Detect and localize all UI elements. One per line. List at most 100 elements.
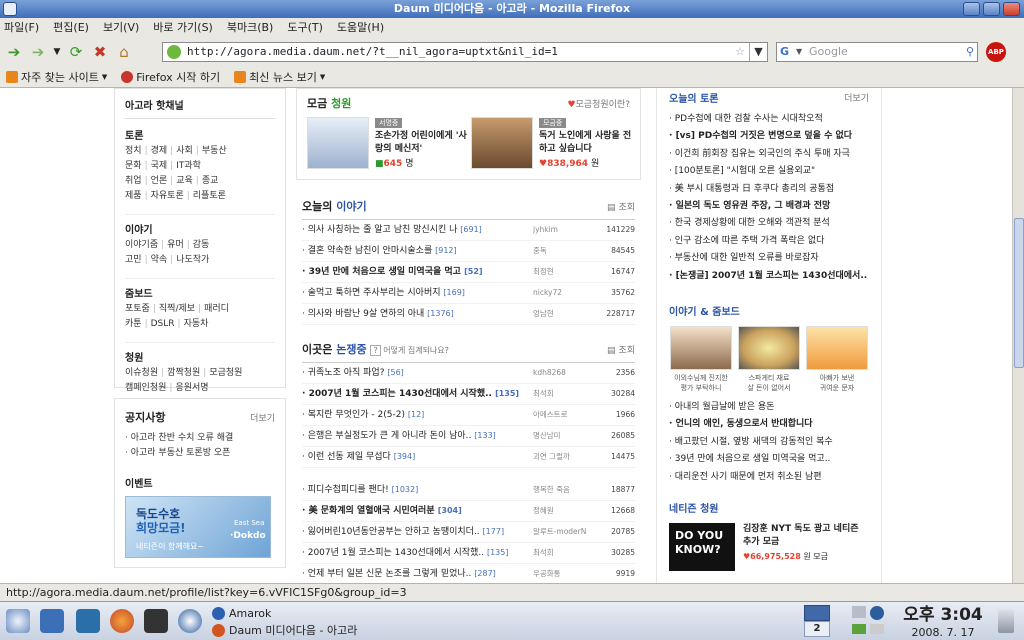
bookmark-most-visited[interactable]: 자주 찾는 사이트 ▼ [6, 69, 107, 85]
kde-menu-icon[interactable] [6, 609, 30, 633]
item-author[interactable]: 아메스트로 [533, 405, 602, 425]
list-item[interactable]: · [vs] PD수첩의 거짓은 변명으로 덮을 수 없다 [669, 128, 869, 145]
channel-link[interactable]: 나도작가 [176, 255, 209, 265]
channel-link[interactable]: 약속 [151, 255, 168, 265]
network-tray-icon[interactable] [870, 606, 884, 620]
channel-link[interactable]: 직찍/제보 [159, 304, 195, 314]
netizen-petition-item[interactable]: DO YOU KNOW? 김장훈 NYT 독도 광고 네티즌 추가 모금 ♥66… [669, 523, 869, 572]
menu-bookmarks[interactable]: 북마크(B) [227, 18, 274, 38]
channel-link[interactable]: IT과학 [176, 161, 201, 171]
minimize-button[interactable] [963, 2, 980, 16]
item-title-wrap[interactable]: · 의사와 바람난 9살 연하의 아내 [1376] [302, 304, 533, 324]
item-title-wrap[interactable]: · 의사 사칭하는 줄 알고 남친 망신시킨 나 [691] [302, 220, 533, 240]
channel-link[interactable]: 경제 [151, 146, 168, 156]
debates-help-link[interactable]: ? 어떻게 집계되나요? [370, 345, 449, 356]
channel-section-title[interactable]: 줌보드 [125, 285, 275, 300]
item-title-wrap[interactable]: · 美 문화계의 열혈애국 시민여러분 [304] [302, 501, 533, 521]
item-title-wrap[interactable]: · 39년 만에 처음으로 생일 미역국을 먹고 [52] [302, 262, 533, 282]
story-thumb[interactable]: 아빠가 보낸 귀여운 문자 [805, 326, 869, 393]
engine-dropdown-icon[interactable]: ▼ [796, 43, 802, 61]
item-title-wrap[interactable]: · 은행은 부실정도가 큰 게 아니라 돈이 남아.. [133] [302, 426, 533, 446]
list-item[interactable]: · 2007년 1월 코스피는 1430선대에서 시작했.. [135] 최석희 3… [302, 543, 635, 564]
back-button[interactable]: ➔ [4, 42, 24, 62]
list-item[interactable]: · 39년 만에 처음으로 생일 미역국을 먹고.. [669, 451, 869, 468]
forward-button[interactable]: ➔ [28, 42, 48, 62]
item-author[interactable]: 최석희 [533, 543, 602, 563]
notice-item[interactable]: · 아고라 찬반 수치 오류 해결 [125, 431, 275, 446]
channel-link[interactable]: DSLR [151, 319, 175, 329]
item-title-wrap[interactable]: · 잃어버린10년동안공부는 안하고 농땡이치더.. [177] [302, 522, 533, 542]
item-author[interactable]: nicky72 [533, 283, 602, 303]
channel-link[interactable]: 국제 [151, 161, 168, 171]
menu-history[interactable]: 바로 가기(S) [153, 18, 213, 38]
list-item[interactable]: · 귀족노조 아직 파업? [56] kdh8268 2356 [302, 363, 635, 384]
close-button[interactable] [1003, 2, 1020, 16]
home-button[interactable]: ⌂ [114, 42, 134, 62]
dokdo-event-banner[interactable]: 독도수호 희망모금! 네티즌이 함께해요~ East Sea ·Dokdo [125, 496, 271, 558]
url-bar[interactable]: http://agora.media.daum.net/?t__nil_agor… [162, 42, 768, 62]
list-item[interactable]: · [논쟁글] 2007년 1월 코스피는 1430선대에서.. [669, 268, 869, 285]
list-item[interactable]: · 의사 사칭하는 줄 알고 남친 망신시킨 나 [691] jyhkim 1412… [302, 220, 635, 241]
stop-button[interactable]: ✖ [90, 42, 110, 62]
vertical-scrollbar[interactable] [1012, 88, 1024, 583]
list-item[interactable]: · 잃어버린10년동안공부는 안하고 농땡이치더.. [177] 알루트-mode… [302, 522, 635, 543]
search-icon[interactable]: ⚲ [966, 43, 974, 61]
views-sort-link[interactable]: ▤ 조회 [607, 200, 635, 213]
channel-link[interactable]: 교육 [176, 176, 193, 186]
fundraising-help-link[interactable]: ♥모금청원이란? [567, 97, 630, 110]
item-author[interactable]: 괴연 그럴까 [533, 447, 602, 467]
bookmark-latest-news[interactable]: 최신 뉴스 보기 ▼ [234, 69, 325, 85]
menu-edit[interactable]: 편집(E) [53, 18, 89, 38]
item-title-wrap[interactable]: · 술먹고 툭하면 주사부리는 시아버지 [169] [302, 283, 533, 303]
channel-link[interactable]: 리플토론 [193, 191, 226, 201]
list-item[interactable]: · 피디수첩피디를 팬다! [1032] 행복한 죽음 18877 [302, 480, 635, 501]
volume-icon[interactable] [870, 624, 884, 634]
list-item[interactable]: · 아내의 월급날에 받은 용돈 [669, 399, 869, 416]
list-item[interactable]: · 이건희 前회장 집유는 외국인의 주식 투매 자극 [669, 146, 869, 163]
channel-link[interactable]: 부동산 [202, 146, 227, 156]
clock[interactable]: 오후 3:04 2008. 7. 17 [898, 604, 988, 640]
item-title-wrap[interactable]: · 2007년 1월 코스피는 1430선대에서 시작했.. [135] [302, 384, 533, 404]
channel-link[interactable]: 언론 [151, 176, 168, 186]
item-title-wrap[interactable]: · 귀족노조 아직 파업? [56] [302, 363, 533, 383]
printer-icon[interactable] [852, 606, 866, 618]
task-firefox[interactable]: Daum 미디어다음 - 아고라 [212, 622, 357, 639]
channel-link[interactable]: 정치 [125, 146, 142, 156]
channel-link[interactable]: 이야기줌 [125, 240, 158, 250]
trash-icon[interactable] [998, 609, 1014, 633]
list-item[interactable]: · 부동산에 대한 일반적 오류를 바로잡자 [669, 250, 869, 267]
list-item[interactable]: · 美 문화계의 열혈애국 시민여러분 [304] 정혜원 12668 [302, 501, 635, 522]
dokdo-ad-image[interactable]: DO YOU KNOW? [669, 523, 735, 572]
task-amarok[interactable]: Amarok [212, 605, 357, 622]
item-author[interactable]: 우공화통 [533, 564, 602, 583]
list-item[interactable]: · 술먹고 툭하면 주사부리는 시아버지 [169] nicky72 35762 [302, 283, 635, 304]
petition-thumbnail-image[interactable] [471, 117, 533, 169]
scrollbar-thumb[interactable] [1014, 218, 1024, 368]
channel-section-title[interactable]: 토론 [125, 127, 275, 142]
channel-link[interactable]: 문화 [125, 161, 142, 171]
channel-link[interactable]: 포토줌 [125, 304, 150, 314]
adblock-plus-button[interactable]: ABP [986, 42, 1006, 62]
list-item[interactable]: · 2007년 1월 코스피는 1430선대에서 시작했.. [135] 최석희 3… [302, 384, 635, 405]
window-titlebar[interactable]: Daum 미디어다음 - 아고라 - Mozilla Firefox [0, 0, 1024, 18]
item-title-wrap[interactable]: · 복지란 무엇인가 - 2(5-2) [12] [302, 405, 533, 425]
terminal-icon[interactable] [76, 609, 100, 633]
item-author[interactable]: 행복한 죽음 [533, 480, 602, 500]
views-sort-link[interactable]: ▤ 조회 [607, 343, 635, 356]
item-author[interactable]: 엉남현 [533, 304, 602, 324]
item-title-wrap[interactable]: · 언제 부터 일본 신문 논조를 그렇게 믿었나.. [287] [302, 564, 533, 583]
thumb-photo-image[interactable] [670, 326, 732, 371]
channel-link[interactable]: 모금청원 [209, 368, 242, 378]
item-author[interactable]: 정혜원 [533, 501, 602, 521]
list-item[interactable]: · 의사와 바람난 9살 연하의 아내 [1376] 엉남현 228717 [302, 304, 635, 325]
channel-link[interactable]: 사회 [176, 146, 193, 156]
item-author[interactable]: kdh8268 [533, 363, 602, 383]
item-author[interactable]: 최정현 [533, 262, 602, 282]
bookmark-getting-started[interactable]: Firefox 시작 하기 [121, 69, 220, 85]
channel-section-title[interactable]: 이야기 [125, 221, 275, 236]
list-item[interactable]: · 언니의 애인, 동생으로서 반대합니다 [669, 416, 869, 433]
reload-button[interactable]: ⟳ [66, 42, 86, 62]
channel-link[interactable]: 취업 [125, 176, 142, 186]
url-dropdown-button[interactable]: ▼ [749, 43, 767, 61]
channel-link[interactable]: 이슈청원 [125, 368, 158, 378]
